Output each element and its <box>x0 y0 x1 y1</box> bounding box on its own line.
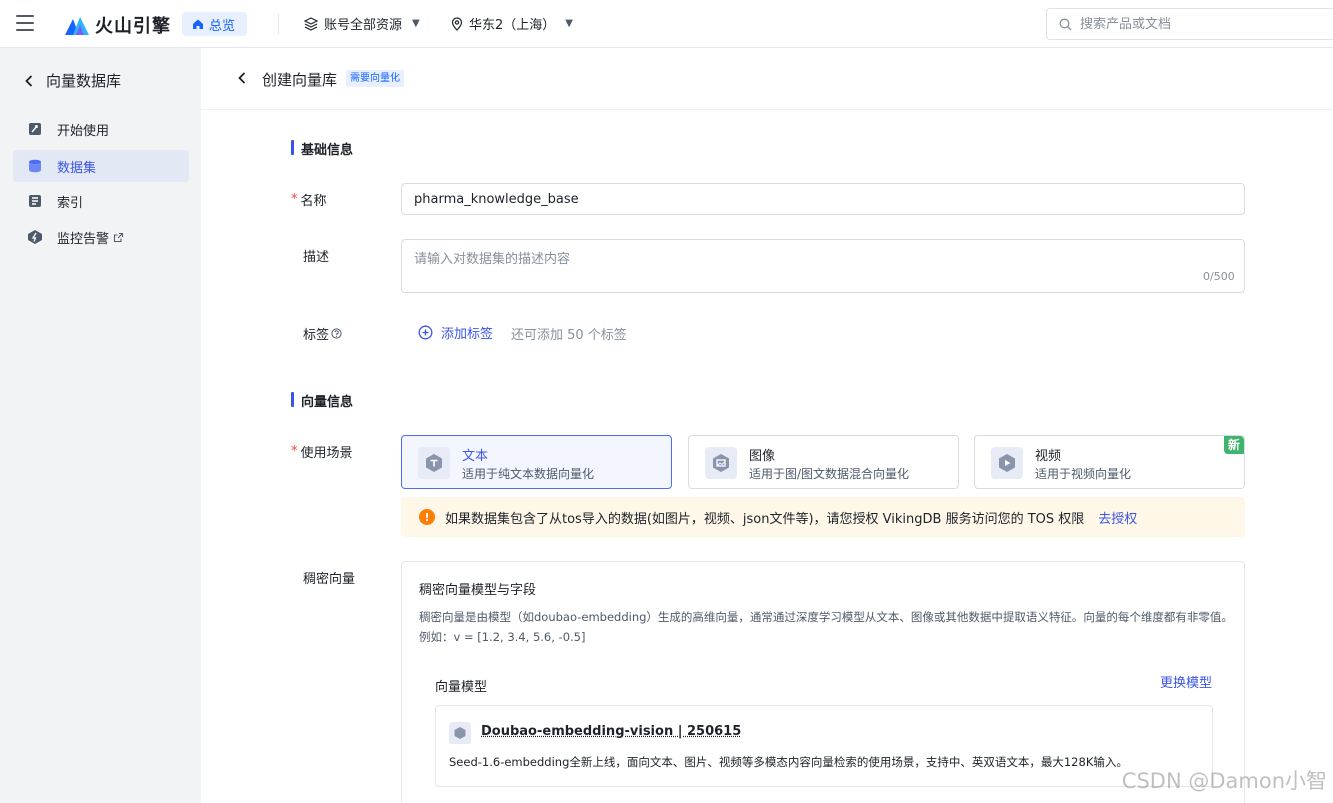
top-bar: 火山引擎 总览 账号全部资源 ▼ 华东2（上海） ▼ <box>0 0 1333 48</box>
required-mark: * <box>291 444 298 459</box>
scene-option-text[interactable]: 文本 适用于纯文本数据向量化 <box>401 435 672 489</box>
name-label-text: 名称 <box>301 190 327 209</box>
page-title: 创建向量库 <box>262 69 337 90</box>
sidebar-title: 向量数据库 <box>46 70 121 91</box>
model-desc: Seed-1.6-embedding全新上线，面向文本、图片、视频等多模态内容向… <box>449 754 1128 770</box>
home-label: 总览 <box>209 15 235 34</box>
account-dropdown[interactable]: 账号全部资源 ▼ <box>304 14 420 33</box>
search-icon <box>1059 18 1072 31</box>
logo[interactable]: 火山引擎 <box>65 12 171 38</box>
layers-icon <box>304 17 318 31</box>
database-icon <box>27 158 43 174</box>
dense-vector-desc: 稠密向量是由模型（如doubao-embedding）生成的高维向量，通常通过深… <box>419 607 1237 647</box>
logo-text: 火山引擎 <box>95 12 171 38</box>
index-icon <box>27 193 43 209</box>
authorize-link[interactable]: 去授权 <box>1098 508 1137 527</box>
chevron-left-icon <box>24 75 34 87</box>
vector-model-label: 向量模型 <box>435 676 487 695</box>
region-dropdown-label: 华东2（上海） <box>469 14 555 33</box>
external-link-icon <box>113 232 124 243</box>
add-tag-button[interactable]: 添加标签 <box>418 323 493 342</box>
sidebar-item-getting-started[interactable]: 开始使用 <box>13 113 189 145</box>
add-tag-label: 添加标签 <box>441 323 493 342</box>
required-mark: * <box>291 192 298 207</box>
scene-title: 文本 <box>462 445 488 464</box>
name-input[interactable] <box>401 183 1245 215</box>
model-card: Doubao-embedding-vision | 250615 Seed-1.… <box>435 705 1213 787</box>
page-header: 创建向量库 需要向量化 <box>201 48 1333 110</box>
alert-icon <box>27 229 43 245</box>
video-cube-icon <box>991 447 1023 479</box>
desc-label: 描述 <box>303 246 329 265</box>
scene-title: 图像 <box>749 445 775 464</box>
scene-desc: 适用于纯文本数据向量化 <box>462 465 594 482</box>
dense-vector-title: 稠密向量模型与字段 <box>419 579 536 598</box>
search-box[interactable] <box>1046 8 1333 40</box>
help-icon[interactable] <box>331 328 342 339</box>
authorization-notice: ! 如果数据集包含了从tos导入的数据(如图片，视频、json文件等)，请您授权… <box>401 497 1245 537</box>
volcano-logo-icon <box>65 15 89 35</box>
image-cube-icon <box>705 447 737 479</box>
scene-desc: 适用于图/图文数据混合向量化 <box>749 465 909 482</box>
sidebar-item-monitoring[interactable]: 监控告警 <box>13 221 189 253</box>
model-name[interactable]: Doubao-embedding-vision | 250615 <box>481 724 741 739</box>
location-icon <box>451 17 463 31</box>
plus-circle-icon <box>418 325 433 340</box>
main-content: 创建向量库 需要向量化 基础信息 * 名称 描述 0/500 标签 添加标签 还… <box>201 48 1333 803</box>
desc-char-counter: 0/500 <box>1203 270 1235 283</box>
search-input[interactable] <box>1080 17 1280 32</box>
back-arrow-icon[interactable] <box>237 72 247 84</box>
tags-label-text: 标签 <box>303 324 329 343</box>
home-button[interactable]: 总览 <box>182 12 247 36</box>
sidebar-item-label: 索引 <box>57 192 83 211</box>
change-model-link[interactable]: 更换模型 <box>1160 672 1212 691</box>
sidebar: 向量数据库 开始使用 数据集 索引 监控告警 <box>0 48 201 803</box>
chevron-down-icon: ▼ <box>412 18 420 29</box>
home-icon <box>192 18 204 30</box>
dense-vector-label: 稠密向量 <box>303 568 355 587</box>
section-title-vector: 向量信息 <box>291 391 353 410</box>
sidebar-item-index[interactable]: 索引 <box>13 185 189 217</box>
sidebar-item-label: 数据集 <box>57 157 96 176</box>
sidebar-item-label: 开始使用 <box>57 120 109 139</box>
scene-option-image[interactable]: 图像 适用于图/图文数据混合向量化 <box>688 435 959 489</box>
scene-desc: 适用于视频向量化 <box>1035 465 1131 482</box>
region-dropdown[interactable]: 华东2（上海） ▼ <box>451 14 573 33</box>
account-dropdown-label: 账号全部资源 <box>324 14 402 33</box>
scene-label: * 使用场景 <box>291 442 353 461</box>
sidebar-back-title[interactable]: 向量数据库 <box>24 70 121 91</box>
chevron-down-icon: ▼ <box>565 18 573 29</box>
scene-option-video[interactable]: 视频 适用于视频向量化 新 <box>974 435 1245 489</box>
warning-icon: ! <box>419 509 435 525</box>
section-title-basic: 基础信息 <box>291 139 353 158</box>
model-cube-icon <box>449 722 471 744</box>
text-cube-icon <box>418 447 450 479</box>
menu-icon[interactable] <box>16 15 34 31</box>
tag-hint: 还可添加 50 个标签 <box>511 324 627 343</box>
new-badge: 新 <box>1224 436 1244 454</box>
vectorize-badge: 需要向量化 <box>346 70 404 87</box>
scene-title: 视频 <box>1035 445 1061 464</box>
description-textarea[interactable] <box>401 239 1245 293</box>
rocket-icon <box>27 121 43 137</box>
notice-text: 如果数据集包含了从tos导入的数据(如图片，视频、json文件等)，请您授权 V… <box>445 508 1084 527</box>
name-label: * 名称 <box>291 190 327 209</box>
sidebar-item-label: 监控告警 <box>57 228 109 247</box>
divider <box>278 14 279 34</box>
watermark: CSDN @Damon小智 <box>1122 765 1327 795</box>
scene-label-text: 使用场景 <box>301 442 353 461</box>
sidebar-item-datasets[interactable]: 数据集 <box>13 150 189 182</box>
tags-label: 标签 <box>303 324 342 343</box>
dense-vector-panel: 稠密向量模型与字段 稠密向量是由模型（如doubao-embedding）生成的… <box>401 561 1245 803</box>
